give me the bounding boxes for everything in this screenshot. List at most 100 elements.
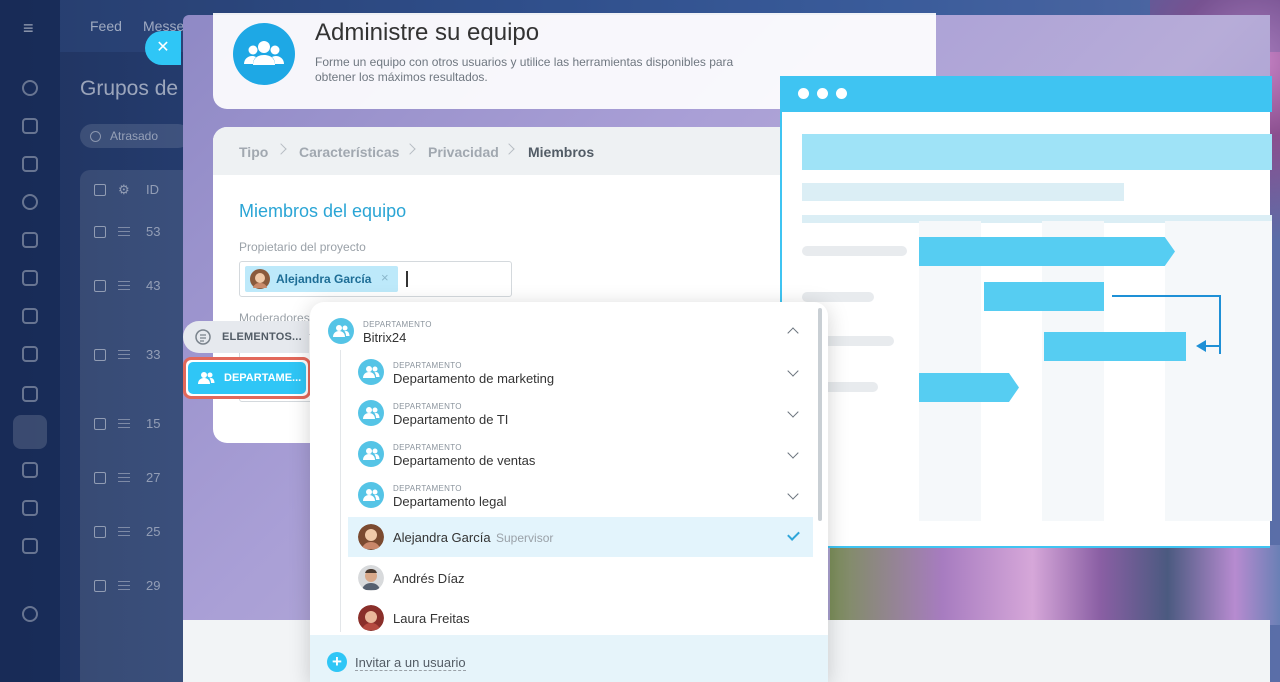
step-privacy[interactable]: Privacidad	[428, 144, 499, 160]
gantt-column	[1042, 221, 1104, 521]
row-id: 15	[146, 416, 161, 431]
settings-icon[interactable]	[22, 194, 38, 210]
table-row[interactable]: 53	[94, 224, 194, 244]
background-flower	[830, 545, 1280, 625]
row-menu-icon[interactable]	[118, 581, 130, 590]
tasks-icon[interactable]	[22, 462, 38, 478]
filter-icon[interactable]	[22, 500, 38, 516]
row-checkbox[interactable]	[94, 472, 106, 484]
tab-departments[interactable]: DEPARTAME...	[188, 362, 306, 394]
menu-icon[interactable]: ≡	[23, 18, 34, 39]
groups-active-item[interactable]	[13, 415, 47, 449]
owner-label: Propietario del proyecto	[239, 240, 366, 254]
owner-tag[interactable]: Alejandra García ×	[245, 266, 398, 292]
tab-departments-label: DEPARTAME...	[224, 372, 302, 384]
chat-icon[interactable]	[22, 118, 38, 134]
gear-icon[interactable]: ⚙	[118, 182, 130, 198]
invite-user-link[interactable]: Invitar a un usuario	[355, 655, 466, 671]
tab-elements-label: ELEMENTOS...	[222, 331, 302, 343]
gantt-column	[1165, 221, 1272, 521]
column-id: ID	[146, 182, 159, 197]
chevron-down-icon[interactable]	[787, 488, 799, 500]
chevron-down-icon[interactable]	[787, 365, 799, 377]
row-checkbox[interactable]	[94, 280, 106, 292]
row-checkbox[interactable]	[94, 226, 106, 238]
row-checkbox[interactable]	[94, 526, 106, 538]
row-id: 25	[146, 524, 161, 539]
department-icon	[358, 359, 384, 385]
department-name: Departamento de TI	[393, 412, 509, 427]
step-type[interactable]: Tipo	[239, 144, 268, 160]
calendar-icon[interactable]	[22, 232, 38, 248]
add-user-button[interactable]: +	[327, 652, 347, 672]
row-menu-icon[interactable]	[118, 473, 130, 482]
avatar	[358, 605, 384, 631]
step-characteristics[interactable]: Características	[299, 144, 399, 160]
select-all-checkbox[interactable]	[94, 184, 106, 196]
avatar	[250, 269, 270, 289]
chevron-down-icon[interactable]	[787, 447, 799, 459]
form-title: Miembros del equipo	[239, 201, 407, 221]
department-caption: DEPARTAMENTO	[393, 361, 462, 370]
row-menu-icon[interactable]	[118, 527, 130, 536]
table-row[interactable]: 29	[94, 578, 194, 598]
rail-item-icon[interactable]	[22, 80, 38, 96]
nav-feed[interactable]: Feed	[90, 18, 122, 34]
search-list-icon	[195, 329, 211, 345]
panel-title: Administre su equipo	[315, 19, 540, 46]
user-name: Laura Freitas	[393, 611, 470, 626]
table-row[interactable]: 43	[94, 278, 194, 298]
row-id: 33	[146, 347, 161, 362]
chevron-right-icon	[275, 143, 287, 155]
owner-field[interactable]: Alejandra García ×	[239, 261, 512, 297]
close-icon: ✕	[156, 39, 170, 56]
row-checkbox[interactable]	[94, 580, 106, 592]
tab-elements[interactable]: ELEMENTOS...	[183, 321, 309, 353]
row-checkbox[interactable]	[94, 349, 106, 361]
window-dot	[798, 88, 809, 99]
table-row[interactable]: 33	[94, 347, 194, 367]
gantt-column	[919, 221, 981, 521]
mail-icon[interactable]	[22, 386, 38, 402]
gallery-icon[interactable]	[22, 308, 38, 324]
row-menu-icon[interactable]	[118, 350, 130, 359]
text-cursor	[406, 271, 408, 287]
department-caption: DEPARTAMENTO	[393, 484, 462, 493]
table-row[interactable]: 27	[94, 470, 194, 490]
gantt-task-bar	[919, 373, 1019, 402]
row-menu-icon[interactable]	[118, 281, 130, 290]
robot-icon[interactable]	[22, 538, 38, 554]
placeholder-line	[802, 246, 907, 256]
tag-remove-icon[interactable]: ×	[381, 270, 389, 285]
card-icon[interactable]	[22, 346, 38, 362]
chevron-up-icon[interactable]	[787, 327, 799, 339]
tab-departments-highlight: DEPARTAME...	[183, 357, 311, 399]
wizard-steps: Tipo Características Privacidad Miembros	[213, 127, 833, 175]
step-members[interactable]: Miembros	[528, 144, 594, 160]
department-caption: DEPARTAMENTO	[393, 402, 462, 411]
gantt-task-bar	[919, 237, 1175, 266]
filter-chip[interactable]: Atrasado	[80, 124, 190, 148]
left-rail: ≡	[0, 0, 60, 682]
window-titlebar	[782, 76, 1272, 112]
department-icon	[328, 318, 354, 344]
scrollbar[interactable]	[818, 308, 822, 521]
department-name: Departamento legal	[393, 494, 507, 509]
row-id: 29	[146, 578, 161, 593]
close-button[interactable]: ✕	[145, 31, 181, 65]
row-menu-icon[interactable]	[118, 419, 130, 428]
team-icon	[233, 23, 295, 85]
avatar	[358, 524, 384, 550]
department-name: Departamento de marketing	[393, 371, 555, 386]
row-checkbox[interactable]	[94, 418, 106, 430]
table-row[interactable]: 25	[94, 524, 194, 544]
help-icon[interactable]	[22, 606, 38, 622]
file-icon[interactable]	[22, 270, 38, 286]
document-icon[interactable]	[22, 156, 38, 172]
row-menu-icon[interactable]	[118, 227, 130, 236]
placeholder-bar	[802, 183, 1124, 201]
table-row[interactable]: 15	[94, 416, 194, 436]
chevron-down-icon[interactable]	[787, 406, 799, 418]
department-caption: DEPARTAMENTO	[363, 320, 432, 329]
groups-table: ⚙ ID 53 43 33 15 27 25 29	[80, 170, 190, 682]
